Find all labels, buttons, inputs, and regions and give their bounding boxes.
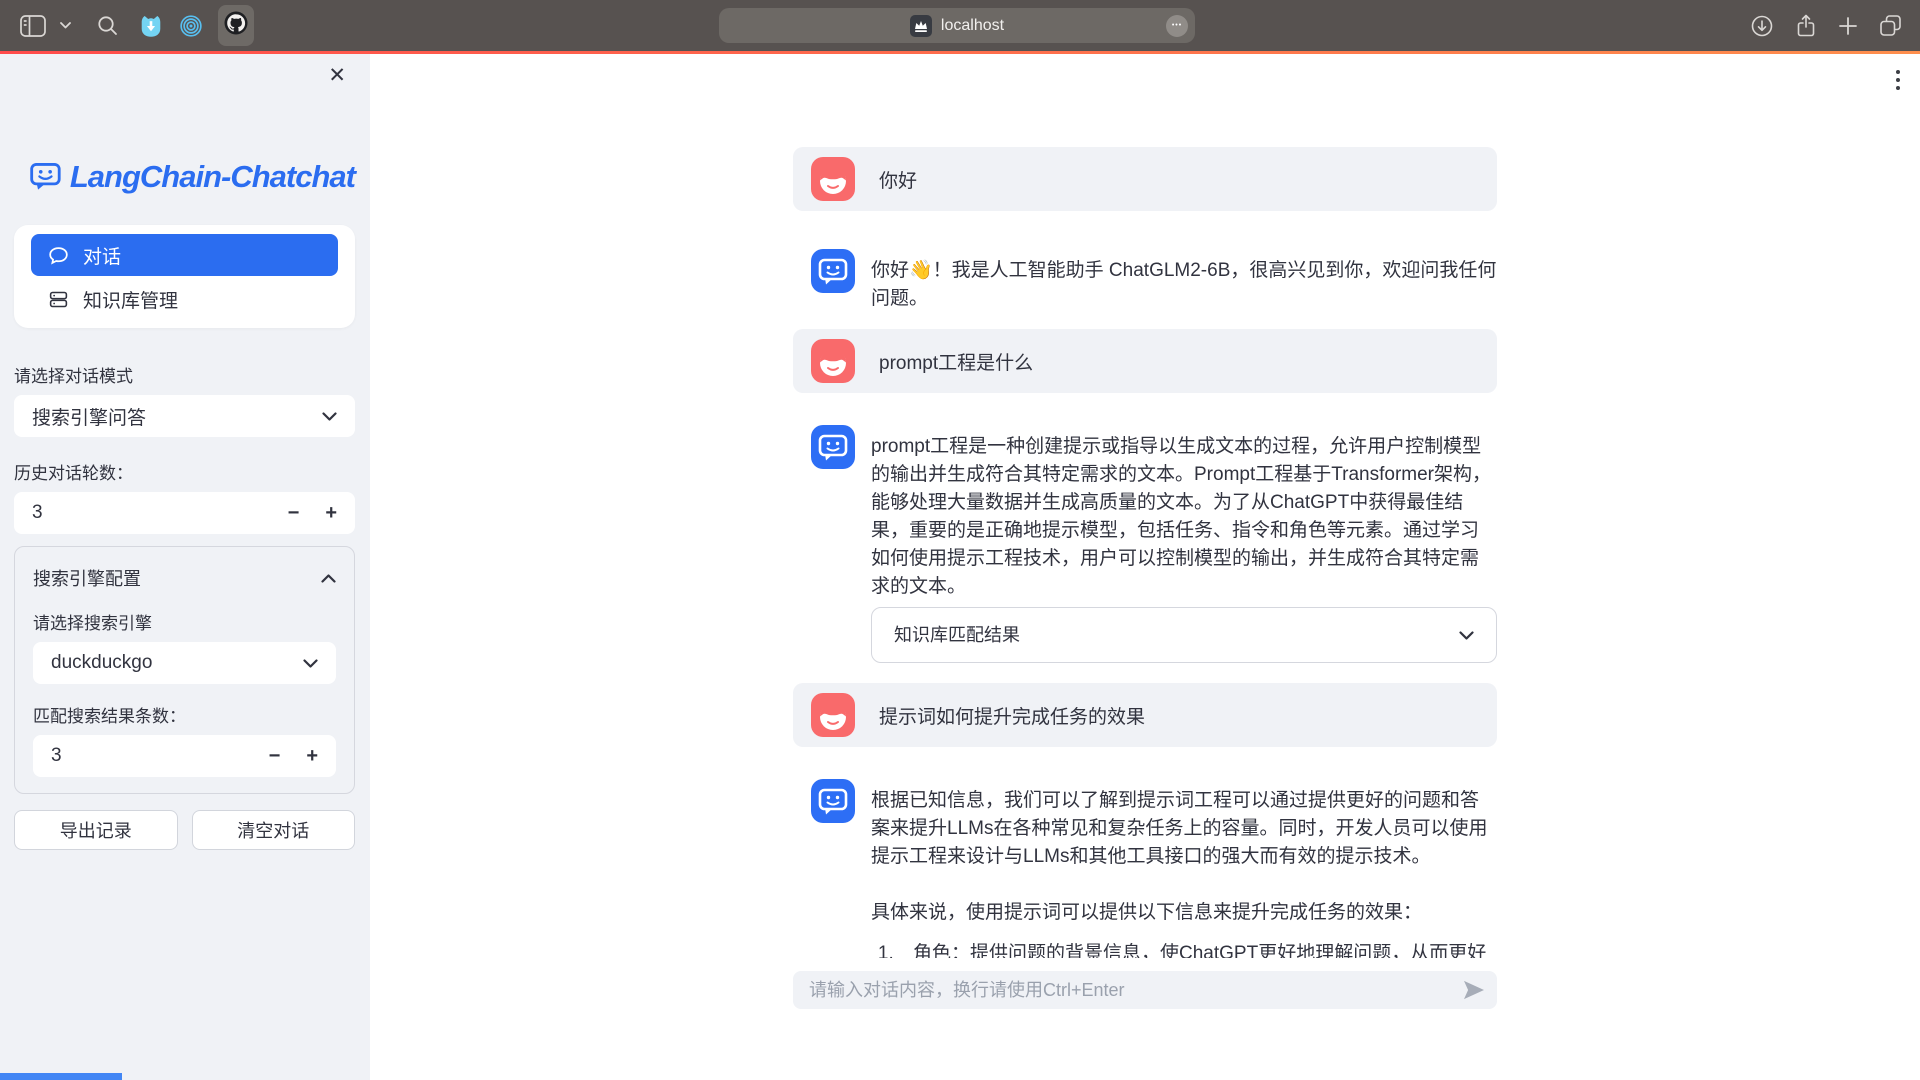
chevron-down-icon <box>303 659 318 668</box>
assistant-bot-icon <box>811 425 855 469</box>
user-avatar <box>811 157 855 201</box>
dialog-mode-select[interactable]: 搜索引擎问答 <box>14 395 355 437</box>
dialog-mode-label: 请选择对话模式 <box>14 362 355 387</box>
search-engine-config-expander: 搜索引擎配置 请选择搜索引擎 duckduckgo 匹配搜索结果条数： 3 − … <box>14 546 355 794</box>
sidebar-chevron-icon[interactable] <box>60 22 71 29</box>
chevron-down-icon <box>322 412 337 421</box>
assistant-bot-icon <box>811 779 855 823</box>
extension-circles-icon[interactable] <box>178 13 204 39</box>
sidebar-toggle-icon[interactable] <box>20 15 46 37</box>
list-item: 角色：提供问题的背景信息，使ChatGPT更好地理解问题，从而更好地回答问题。 <box>899 940 1497 958</box>
user-face-icon <box>811 157 855 201</box>
tab-overview-icon[interactable] <box>1879 14 1902 37</box>
assistant-message: 根据已知信息，我们可以了解到提示词工程可以通过提供更好的问题和答案来提升LLMs… <box>793 779 1497 958</box>
assistant-bot-icon <box>811 249 855 293</box>
expander-header[interactable]: 搜索引擎配置 <box>33 565 336 591</box>
sidebar-item-label: 对话 <box>83 242 121 269</box>
url-text: localhost <box>941 17 1004 35</box>
history-rounds-value: 3 <box>32 502 262 524</box>
message-text: 具体来说，使用提示词可以提供以下信息来提升完成任务的效果： <box>871 899 1497 927</box>
message-text: 你好 <box>879 166 917 193</box>
history-rounds-input[interactable]: 3 − + <box>14 492 355 534</box>
chat-scroll-area[interactable]: 你好 你好👋！我是人工智能助手 ChatGLM2-6B，很 <box>370 54 1920 958</box>
extension-github-active[interactable] <box>218 5 254 46</box>
user-message: 提示词如何提升完成任务的效果 <box>793 683 1497 747</box>
increment-icon[interactable]: + <box>280 746 318 766</box>
share-icon[interactable] <box>1795 14 1817 38</box>
message-text: 根据已知信息，我们可以了解到提示词工程可以通过提供更好的问题和答案来提升LLMs… <box>871 787 1497 871</box>
message-text: prompt工程是什么 <box>879 348 1033 375</box>
page-options-icon[interactable]: ••• <box>1166 15 1188 37</box>
sidebar-item-knowledge-base[interactable]: 知识库管理 <box>31 279 338 319</box>
assistant-avatar <box>811 425 855 469</box>
close-sidebar-icon[interactable]: ✕ <box>322 64 352 87</box>
downloads-icon[interactable] <box>1751 15 1773 37</box>
browser-toolbar: localhost ••• <box>0 0 1920 51</box>
kb-match-results-expander[interactable]: 知识库匹配结果 <box>871 607 1497 663</box>
user-avatar <box>811 693 855 737</box>
decrement-icon[interactable]: − <box>262 503 300 523</box>
search-icon[interactable] <box>97 15 118 36</box>
sidebar-item-dialogue[interactable]: 对话 <box>31 234 338 276</box>
user-face-icon <box>811 339 855 383</box>
logo-chat-icon <box>30 156 61 197</box>
message-text: prompt工程是一种创建提示或指导以生成文本的过程，允许用户控制模型的输出并生… <box>871 433 1497 601</box>
message-text: 你好👋！我是人工智能助手 ChatGLM2-6B，很高兴见到你，欢迎问我任何问题… <box>871 249 1497 313</box>
history-rounds-label: 历史对话轮数： <box>14 459 355 484</box>
database-icon <box>48 289 69 310</box>
new-tab-icon[interactable] <box>1839 17 1857 35</box>
chat-main: 你好 你好👋！我是人工智能助手 ChatGLM2-6B，很 <box>370 54 1920 1080</box>
assistant-avatar <box>811 249 855 293</box>
clear-chat-button[interactable]: 清空对话 <box>192 810 356 850</box>
address-bar[interactable]: localhost ••• <box>719 8 1195 43</box>
extension-cat-icon[interactable] <box>138 13 164 39</box>
dialog-mode-value: 搜索引擎问答 <box>32 403 146 430</box>
send-icon[interactable] <box>1463 980 1485 1003</box>
search-engine-select[interactable]: duckduckgo <box>33 642 336 684</box>
tips-list: 角色：提供问题的背景信息，使ChatGPT更好地理解问题，从而更好地回答问题。 … <box>871 940 1497 958</box>
assistant-avatar <box>811 779 855 823</box>
browser-window: localhost ••• <box>0 0 1920 1080</box>
search-engine-label: 请选择搜索引擎 <box>33 609 336 634</box>
search-engine-value: duckduckgo <box>51 652 152 674</box>
sidebar-item-label: 知识库管理 <box>83 286 178 313</box>
assistant-message: prompt工程是一种创建提示或指导以生成文本的过程，允许用户控制模型的输出并生… <box>793 425 1497 663</box>
result-count-value: 3 <box>51 745 243 767</box>
result-count-input[interactable]: 3 − + <box>33 735 336 777</box>
chat-bubble-icon <box>48 245 69 266</box>
logo-text: LangChain-Chatchat <box>70 159 355 195</box>
user-message: prompt工程是什么 <box>793 329 1497 393</box>
chevron-up-icon <box>321 574 336 583</box>
chat-input[interactable] <box>793 971 1497 1009</box>
site-favicon <box>910 15 932 37</box>
sidebar: ✕ LangChain-Chatchat 对话 <box>0 54 370 1080</box>
expander-title: 搜索引擎配置 <box>33 565 141 591</box>
kb-expander-label: 知识库匹配结果 <box>894 621 1020 649</box>
chevron-down-icon <box>1459 631 1474 640</box>
decrement-icon[interactable]: − <box>243 746 281 766</box>
chat-input-bar <box>370 958 1920 1080</box>
increment-icon[interactable]: + <box>299 503 337 523</box>
assistant-message: 你好👋！我是人工智能助手 ChatGLM2-6B，很高兴见到你，欢迎问我任何问题… <box>793 249 1497 313</box>
user-face-icon <box>811 693 855 737</box>
result-count-label: 匹配搜索结果条数： <box>33 702 336 727</box>
status-progress-strip <box>0 1073 122 1080</box>
app-logo: LangChain-Chatchat <box>30 156 355 197</box>
export-records-button[interactable]: 导出记录 <box>14 810 178 850</box>
user-avatar <box>811 339 855 383</box>
message-text: 提示词如何提升完成任务的效果 <box>879 702 1145 729</box>
nav-menu: 对话 知识库管理 <box>14 225 355 328</box>
user-message: 你好 <box>793 147 1497 211</box>
